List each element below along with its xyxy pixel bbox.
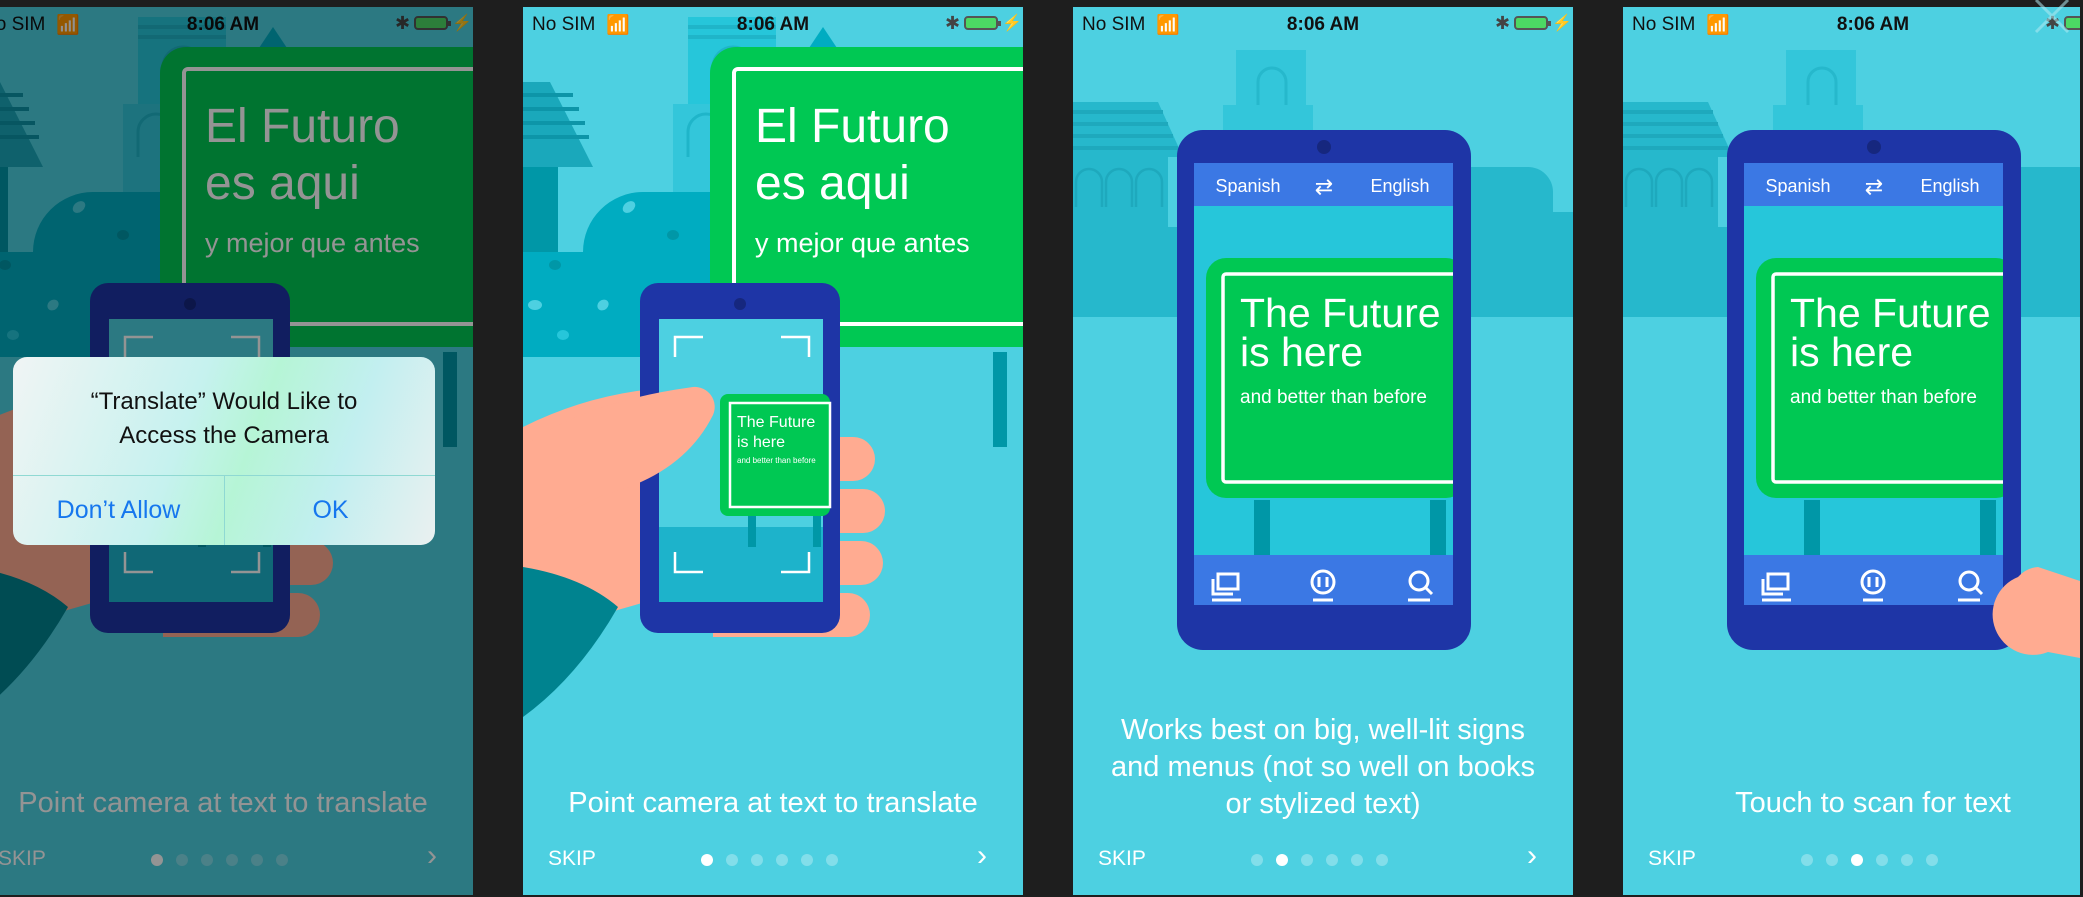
chevron-right-icon[interactable]: ›	[977, 839, 987, 873]
target-language: English	[1920, 176, 1979, 196]
onboarding-screen-2: El Futuro es aqui y mejor que antes The …	[523, 7, 1023, 895]
caption-line: or stylized text)	[1225, 788, 1421, 820]
page-indicator	[1251, 854, 1401, 866]
skip-button[interactable]: SKIP	[548, 847, 596, 871]
page-dot[interactable]	[701, 854, 713, 866]
page-dot[interactable]	[1801, 854, 1813, 866]
onboarding-screen-4: Spanish ⇄ English The Future is here and…	[1623, 7, 2080, 895]
charging-icon: ⚡	[1002, 15, 1022, 32]
battery-icon	[964, 16, 1001, 30]
illustration-app-phone: Spanish ⇄ English The Future is here and…	[1623, 7, 2080, 895]
onboarding-caption: Works best on big, well-lit signs and me…	[1073, 712, 1573, 823]
page-dot[interactable]	[751, 854, 763, 866]
swap-arrows-icon: ⇄	[1315, 175, 1333, 200]
page-dot[interactable]	[1276, 854, 1288, 866]
page-dot[interactable]	[1376, 854, 1388, 866]
onboarding-footer: SKIP ›	[523, 837, 1023, 877]
sign-text-line1: El Futuro	[755, 100, 950, 153]
page-dot[interactable]	[1301, 854, 1313, 866]
status-bar: No SIM 📶 8:06 AM ✱ ⚡	[1623, 7, 2080, 41]
sign-text-line2: es aqui	[755, 157, 910, 210]
skip-button[interactable]: SKIP	[1098, 847, 1146, 871]
source-language: Spanish	[1765, 176, 1830, 196]
status-bar: No SIM 📶 8:06 AM ✱ ⚡	[1073, 7, 1573, 41]
page-dot[interactable]	[1826, 854, 1838, 866]
page-dot[interactable]	[1351, 854, 1363, 866]
battery-icon	[1514, 16, 1551, 30]
page-dot[interactable]	[1326, 854, 1338, 866]
page-dot[interactable]	[826, 854, 838, 866]
alert-title-line2: Access the Camera	[119, 422, 329, 449]
page-indicator	[1801, 854, 1951, 866]
translated-sign-line1: The Future	[737, 414, 815, 431]
dont-allow-button[interactable]: Don’t Allow	[13, 475, 224, 545]
page-dot[interactable]	[1251, 854, 1263, 866]
alert-title: “Translate” Would Like to Access the Cam…	[13, 385, 435, 453]
charging-icon: ⚡	[1552, 15, 1572, 32]
translated-sign-line3: and better than before	[1790, 387, 1977, 408]
alert-title-line1: “Translate” Would Like to	[90, 388, 358, 415]
page-dot[interactable]	[801, 854, 813, 866]
skip-button[interactable]: SKIP	[1648, 847, 1696, 871]
page-dot[interactable]	[1926, 854, 1938, 866]
onboarding-screen-3: Spanish ⇄ English The Future is here and…	[1073, 7, 1573, 895]
translated-sign-line3: and better than before	[737, 456, 816, 465]
page-dot[interactable]	[1876, 854, 1888, 866]
translated-sign-line3: and better than before	[1240, 387, 1427, 408]
onboarding-caption: Touch to scan for text	[1735, 787, 2011, 819]
onboarding-footer: SKIP ›	[1073, 837, 1573, 877]
page-dot[interactable]	[1851, 854, 1863, 866]
page-dot[interactable]	[776, 854, 788, 866]
caption-line: Works best on big, well-lit signs	[1120, 714, 1525, 746]
page-indicator	[701, 854, 851, 866]
translated-sign-line2: is here	[1790, 329, 1913, 375]
illustration-camera-scene: El Futuro es aqui y mejor que antes The …	[523, 7, 1023, 895]
bluetooth-icon: ✱	[1495, 13, 1511, 33]
onboarding-screen-1: El Futuro es aqui y mejor que antes No S…	[0, 7, 473, 895]
translated-sign-line2: is here	[737, 434, 785, 451]
source-language: Spanish	[1215, 176, 1280, 196]
target-language: English	[1370, 176, 1429, 196]
caption-line: and menus (not so well on books	[1111, 751, 1535, 783]
chevron-right-icon[interactable]: ›	[1527, 839, 1537, 873]
sign-text-line3: y mejor que antes	[755, 228, 970, 258]
camera-permission-alert: “Translate” Would Like to Access the Cam…	[13, 357, 435, 545]
page-dot[interactable]	[1901, 854, 1913, 866]
translated-sign-line2: is here	[1240, 329, 1363, 375]
onboarding-footer: SKIP ›	[1623, 837, 2080, 877]
status-bar: No SIM 📶 8:06 AM ✱ ⚡	[523, 7, 1023, 41]
page-dot[interactable]	[726, 854, 738, 866]
clock: 8:06 AM	[1836, 14, 1910, 35]
onboarding-caption: Point camera at text to translate	[568, 787, 978, 819]
close-icon[interactable]	[2030, 0, 2074, 36]
ok-button[interactable]: OK	[225, 475, 435, 545]
swap-arrows-icon: ⇄	[1865, 175, 1883, 200]
bluetooth-icon: ✱	[945, 13, 961, 33]
